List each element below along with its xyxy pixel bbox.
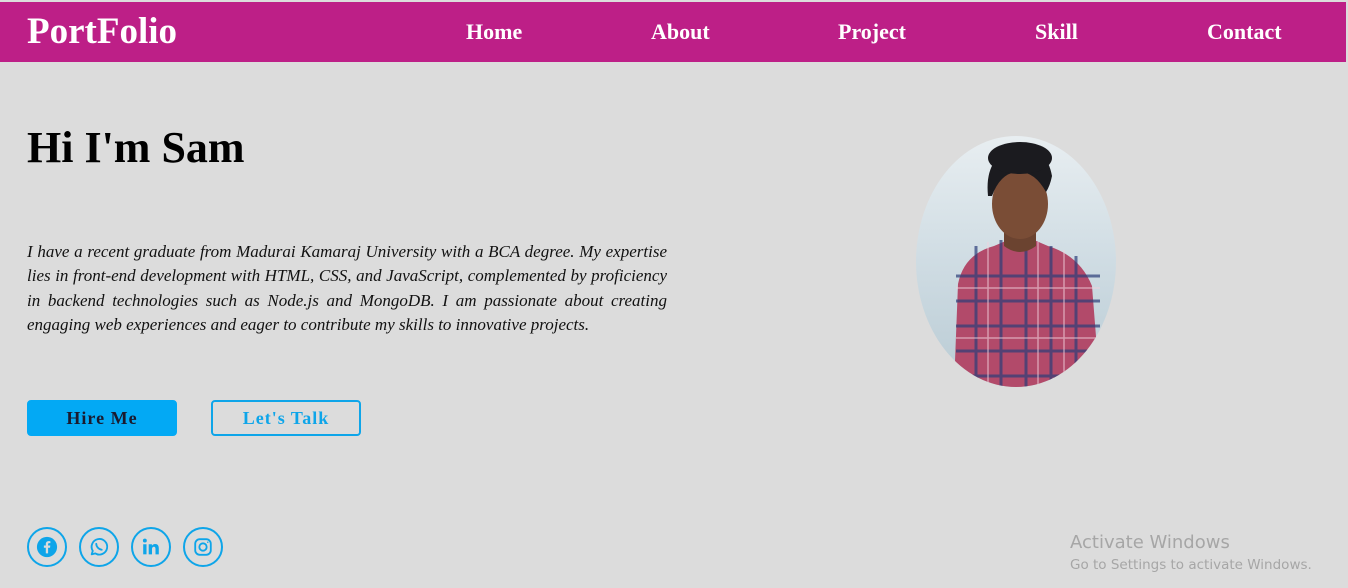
navbar: PortFolio Home About Project Skill Conta…	[0, 2, 1346, 62]
linkedin-icon[interactable]	[131, 527, 171, 567]
facebook-icon[interactable]	[27, 527, 67, 567]
hero-title: Hi I'm Sam	[27, 123, 245, 172]
whatsapp-icon[interactable]	[79, 527, 119, 567]
nav-link-about[interactable]: About	[651, 19, 710, 45]
windows-activation-watermark: Activate Windows Go to Settings to activ…	[1070, 532, 1312, 573]
hire-me-button[interactable]: Hire Me	[27, 400, 177, 436]
site-logo[interactable]: PortFolio	[27, 10, 177, 53]
nav-link-project[interactable]: Project	[838, 19, 906, 45]
instagram-icon[interactable]	[183, 527, 223, 567]
watermark-title: Activate Windows	[1070, 532, 1230, 553]
lets-talk-button[interactable]: Let's Talk	[211, 400, 361, 436]
hero-description: I have a recent graduate from Madurai Ka…	[27, 242, 667, 334]
nav-link-contact[interactable]: Contact	[1207, 19, 1282, 45]
nav-link-home[interactable]: Home	[466, 19, 522, 45]
watermark-subtitle: Go to Settings to activate Windows.	[1070, 557, 1312, 573]
nav-link-skill[interactable]: Skill	[1035, 19, 1078, 45]
profile-photo	[916, 136, 1116, 387]
